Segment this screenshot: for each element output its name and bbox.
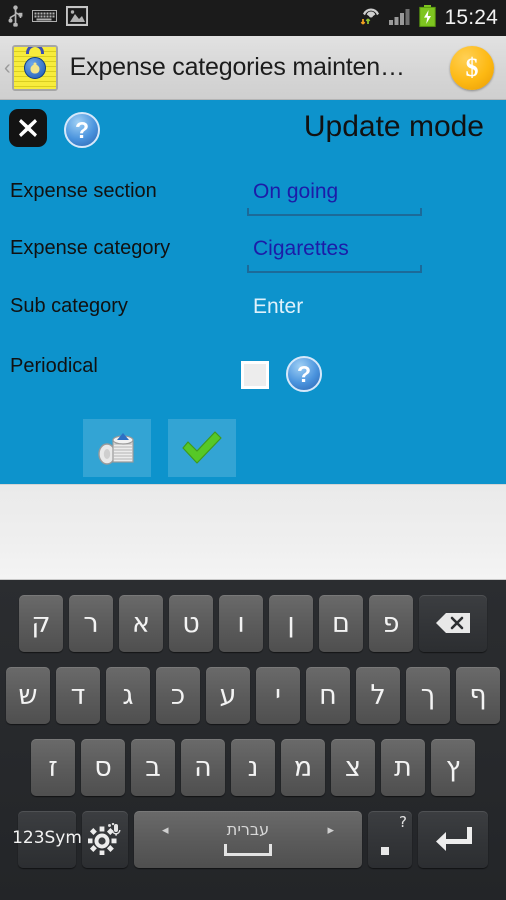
key-vav[interactable]: ו (219, 594, 263, 652)
settings-gear-mic-icon (88, 823, 121, 855)
screenshot-image-icon (65, 5, 89, 31)
expense-category-field[interactable]: Cigarettes (247, 237, 422, 273)
key-final-kaf[interactable]: ך (406, 666, 450, 724)
coins-stack-icon (98, 433, 134, 465)
periodical-checkbox[interactable] (241, 361, 269, 389)
app-title-bar: ‹ Expense categories mainten… $ (0, 36, 506, 100)
key-tsadi[interactable]: צ (331, 738, 375, 796)
periodical-controls: ? (0, 355, 506, 395)
punctuation-question-icon: ? (399, 812, 407, 831)
status-bar-clock: 15:24 (444, 6, 498, 29)
sub-category-label: Sub category (10, 295, 128, 317)
key-lamed[interactable]: ל (356, 666, 400, 724)
confirm-button[interactable] (168, 419, 236, 477)
status-bar: 15:24 (0, 0, 506, 36)
key-mem[interactable]: מ (281, 738, 325, 796)
wifi-data-icon (359, 5, 383, 32)
key-final-nun[interactable]: ן (269, 594, 313, 652)
key-tet[interactable]: ט (169, 594, 213, 652)
space-key[interactable]: ◂ עברית ▸ (134, 810, 362, 868)
green-check-icon (182, 431, 222, 464)
space-bar-glyph (224, 843, 272, 856)
hebrew-keyboard: ק ר א ט ו ן ם פ ש ד ג כ ע י ח ל ך ף ז ס … (0, 580, 506, 900)
money-bag-badge-icon (23, 57, 46, 80)
expense-section-underline (247, 208, 422, 216)
key-yod[interactable]: י (256, 666, 300, 724)
expense-section-label: Expense section (10, 180, 157, 202)
backspace-icon (436, 613, 470, 633)
key-zayin[interactable]: ז (31, 738, 75, 796)
key-bet[interactable]: ב (131, 738, 175, 796)
symbols-key-line1: 123 (12, 828, 45, 849)
clipboard-clip (25, 46, 44, 54)
sub-category-field[interactable]: Enter (247, 295, 422, 319)
periodical-help-button[interactable]: ? (286, 356, 322, 392)
sub-category-placeholder: Enter (253, 295, 304, 318)
backspace-key[interactable] (419, 594, 487, 652)
symbols-key[interactable]: 123 Sym (12, 810, 82, 868)
expense-category-value: Cigarettes (253, 237, 349, 260)
key-gimel[interactable]: ג (106, 666, 150, 724)
keyboard-row-4: 123 Sym ◂ עברית ▸ ? (0, 803, 506, 875)
key-dalet[interactable]: ד (56, 666, 100, 724)
page-title: Expense categories mainten… (69, 53, 405, 81)
symbols-key-line2: Sym (44, 828, 82, 849)
key-final-pe[interactable]: ף (456, 666, 500, 724)
coins-button[interactable] (83, 419, 151, 477)
key-final-mem[interactable]: ם (319, 594, 363, 652)
keyboard-icon (32, 8, 57, 29)
key-resh[interactable]: ר (69, 594, 113, 652)
form-help-button[interactable]: ? (64, 112, 100, 148)
key-he[interactable]: ה (181, 738, 225, 796)
key-samekh[interactable]: ס (81, 738, 125, 796)
punctuation-key[interactable]: ? (368, 810, 412, 868)
key-shin[interactable]: ש (6, 666, 50, 724)
expense-section-value: On going (253, 180, 339, 203)
expense-section-field[interactable]: On going (247, 180, 422, 216)
close-button[interactable] (9, 109, 47, 147)
key-qof[interactable]: ק (19, 594, 63, 652)
usb-icon (8, 4, 23, 32)
key-het[interactable]: ח (306, 666, 350, 724)
back-chevron-icon[interactable]: ‹ (4, 58, 11, 78)
punctuation-period-icon (381, 846, 389, 855)
settings-key[interactable] (82, 810, 128, 868)
expense-category-label: Expense category (10, 237, 171, 259)
next-language-arrow-icon[interactable]: ▸ (327, 823, 334, 838)
key-tav[interactable]: ת (381, 738, 425, 796)
key-nun[interactable]: נ (231, 738, 275, 796)
key-pe[interactable]: פ (369, 594, 413, 652)
enter-return-icon (436, 827, 472, 851)
keyboard-row-1: ק ר א ט ו ן ם פ (0, 587, 506, 659)
keyboard-row-3: ז ס ב ה נ מ צ ת ץ (0, 731, 506, 803)
expense-category-underline (247, 265, 422, 273)
cellular-signal-icon (389, 6, 413, 31)
status-bar-left-icons (8, 4, 89, 32)
close-icon (19, 119, 37, 137)
key-ayin[interactable]: ע (206, 666, 250, 724)
mode-title: Update mode (303, 110, 484, 143)
form-panel: ? Update mode Expense section On going E… (0, 100, 506, 484)
key-kaf[interactable]: כ (156, 666, 200, 724)
keyboard-row-2: ש ד ג כ ע י ח ל ך ף (0, 659, 506, 731)
phone-screen: 15:24 ‹ Expense categories mainten… $ ? … (0, 0, 506, 900)
status-bar-right-icons: 15:24 (359, 4, 498, 32)
key-alef[interactable]: א (119, 594, 163, 652)
battery-charging-icon (419, 4, 437, 32)
key-final-tsadi[interactable]: ץ (431, 738, 475, 796)
content-filler-area (0, 484, 506, 580)
currency-coin-button[interactable]: $ (450, 45, 494, 90)
app-clipboard-icon[interactable] (11, 44, 58, 91)
enter-key[interactable] (418, 810, 488, 868)
